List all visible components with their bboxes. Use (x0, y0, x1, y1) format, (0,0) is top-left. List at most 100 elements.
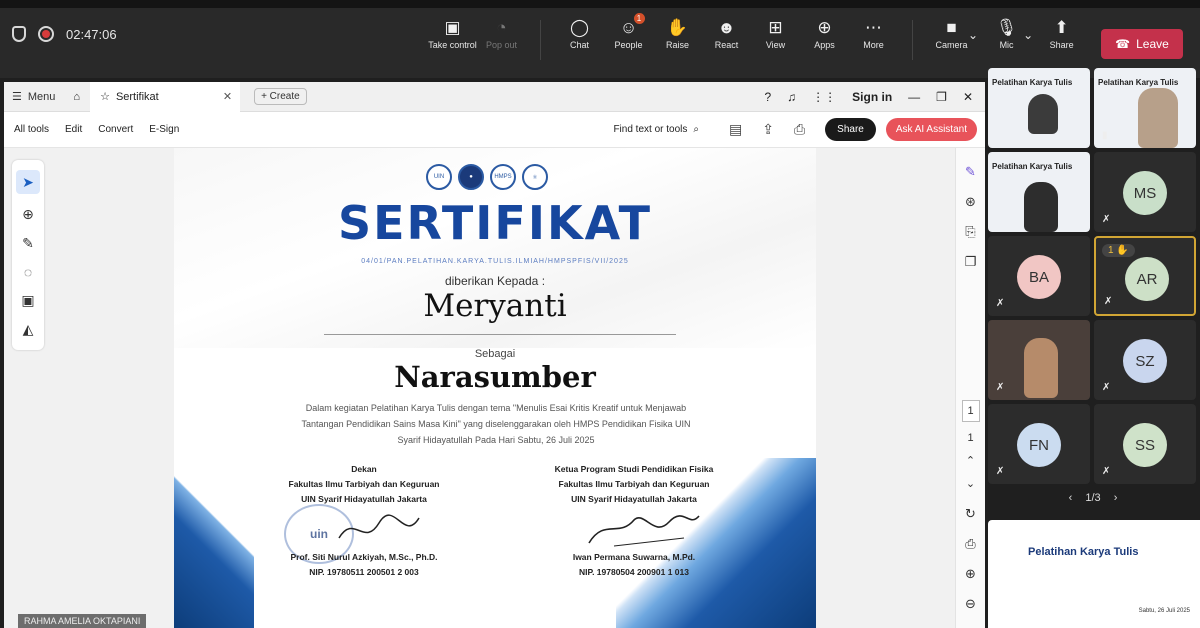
chat-button[interactable]: ◯ Chat (555, 16, 604, 60)
chevron-up-icon[interactable]: ⌃ (966, 454, 975, 467)
uin-logo: UIN (426, 164, 452, 190)
left-signer-details: Prof. Siti Nurul Azkiyah, M.Sc., Ph.D. N… (264, 550, 464, 580)
participant-video-tile[interactable]: Pelatihan Karya Tulis (988, 68, 1090, 148)
document-tab[interactable]: ☆ Sertifikat ✕ (90, 82, 241, 112)
mic-muted-icon: ✗ (1102, 382, 1111, 393)
chevron-left-icon[interactable]: ‹ (1069, 492, 1073, 504)
zoom-in-icon[interactable]: ⊕ (965, 566, 976, 582)
extract-page-icon[interactable]: ⎙ (965, 536, 975, 552)
select-cursor-icon[interactable]: ➤ (16, 170, 40, 194)
right-signer-university: UIN Syarif Hidayatullah Jakarta (571, 494, 697, 504)
star-icon[interactable]: ☆ (100, 90, 110, 103)
shapes-icon[interactable]: ◭ (23, 321, 34, 338)
take-control-button[interactable]: ▣ Take control (428, 16, 477, 60)
video-slide-text: Pelatihan Karya Tulis (992, 162, 1073, 171)
apps-button[interactable]: ⊕ Apps (800, 16, 849, 60)
right-signature (588, 515, 700, 547)
participant-video (1028, 94, 1058, 134)
print-icon[interactable]: ⎙ (794, 121, 805, 138)
viewer-menu: All tools Edit Convert E-Sign (4, 124, 179, 135)
apps-label: Apps (814, 40, 835, 50)
document-share-button[interactable]: Share (825, 118, 876, 141)
recipient-role: Narasumber (394, 360, 596, 394)
participant-video-tile[interactable]: ✗ (988, 320, 1090, 400)
refresh-icon[interactable]: ↻ (965, 506, 976, 522)
shared-content-preview[interactable]: Pelatihan Karya Tulis Sabtu, 26 Juli 202… (988, 520, 1200, 628)
find-tools-button[interactable]: Find text or tools ⌕ (613, 124, 699, 135)
ai-assistant-button[interactable]: Ask AI Assistant (885, 118, 977, 141)
current-page-field[interactable]: 1 (961, 400, 980, 422)
upload-icon[interactable]: ⇪ (762, 121, 774, 138)
highlight-pen-icon[interactable]: ✎ (22, 235, 34, 252)
gallery-pager: ‹ 1/3 › (988, 492, 1198, 504)
participant-video-tile[interactable]: Pelatihan Karya Tulis ▮ (1094, 68, 1196, 148)
chevron-right-icon[interactable]: › (1114, 492, 1118, 504)
all-tools-link[interactable]: All tools (14, 124, 49, 135)
rail-bottom-tools: ↻ ⎙ ⊕ ⊖ (965, 506, 976, 612)
zoom-out-icon[interactable]: ⊖ (965, 596, 976, 612)
participant-tile[interactable]: MS ✗ (1094, 152, 1196, 232)
menu-button[interactable]: ☰ Menu (4, 90, 63, 104)
preview-date: Sabtu, 26 Juli 2025 (1138, 608, 1190, 614)
close-tab-icon[interactable]: ✕ (223, 90, 232, 103)
left-signer-university: UIN Syarif Hidayatullah Jakarta (301, 494, 427, 504)
close-icon[interactable]: ✕ (963, 90, 973, 104)
participant-tile[interactable]: FN ✗ (988, 404, 1090, 484)
more-button[interactable]: ⋯ More (849, 16, 898, 60)
camera-options-chevron-icon[interactable]: ⌄ (968, 28, 978, 60)
rail-tools: ✎ ⊛ ⎘ ❐ (965, 148, 977, 270)
create-button[interactable]: + Create (254, 88, 307, 105)
react-button[interactable]: ☻ React (702, 16, 751, 60)
share-button[interactable]: ⬆ Share (1037, 16, 1086, 60)
people-label: People (614, 40, 643, 50)
participant-tile[interactable]: SS ✗ (1094, 404, 1196, 484)
certificate-page: UIN ● HMPS ⚛ SERTIFIKAT 04/01/PAN.PELATI… (174, 148, 816, 628)
document-workspace: ➤ ⊕ ✎ ◌ ▣ ◭ UIN ● HMPS ⚛ SERTIFIKAT 04/0… (4, 148, 985, 628)
zoom-comment-icon[interactable]: ⊕ (22, 206, 34, 223)
participant-video-tile[interactable]: Pelatihan Karya Tulis (988, 152, 1090, 232)
participant-tile[interactable]: 1 ✋ AR ✗ (1094, 236, 1196, 316)
participant-tile[interactable]: BA ✗ (988, 236, 1090, 316)
convert-link[interactable]: Convert (98, 124, 133, 135)
participant-tile[interactable]: SZ ✗ (1094, 320, 1196, 400)
people-badge: 1 (633, 13, 645, 24)
leave-label: Leave (1136, 37, 1169, 51)
right-signer-faculty: Fakultas Ilmu Tarbiyah dan Keguruan (558, 479, 710, 489)
comment-icon[interactable]: ✎ (965, 164, 976, 180)
save-icon[interactable]: ▤ (729, 121, 742, 138)
hmps-logo: HMPS (490, 164, 516, 190)
home-icon[interactable]: ⌂ (63, 91, 90, 103)
e-sign-link[interactable]: E-Sign (149, 124, 179, 135)
minimize-icon[interactable]: — (908, 90, 920, 104)
view-button[interactable]: ⊞ View (751, 16, 800, 60)
sign-in-link[interactable]: Sign in (852, 90, 892, 104)
people-button[interactable]: ☺ 1 People (604, 13, 653, 60)
pop-out-button[interactable]: ◔ Pop out (477, 16, 526, 60)
restore-icon[interactable]: ❐ (936, 90, 947, 104)
more-icon: ⋯ (865, 18, 882, 37)
mic-options-chevron-icon[interactable]: ⌄ (1023, 28, 1033, 60)
view-label: View (765, 40, 786, 50)
avatar: BA (1017, 255, 1061, 299)
find-label: Find text or tools (613, 124, 688, 135)
text-select-icon[interactable]: ▣ (21, 292, 34, 309)
preview-title: Pelatihan Karya Tulis (1028, 546, 1139, 558)
left-signer-title: Dekan Fakultas Ilmu Tarbiyah dan Kegurua… (264, 462, 464, 507)
mic-muted-icon: ✗ (1104, 296, 1113, 307)
hang-up-icon: ☎ (1115, 37, 1131, 51)
apps-grid-icon[interactable]: ⋮⋮ (812, 90, 836, 104)
bookmark-icon[interactable]: ⊛ (965, 194, 976, 210)
leave-button[interactable]: ☎ Leave (1101, 29, 1183, 59)
help-icon[interactable]: ? (764, 90, 771, 104)
edit-link[interactable]: Edit (65, 124, 82, 135)
notification-bell-icon[interactable]: ♫ (787, 90, 796, 104)
shield-icon[interactable] (12, 26, 26, 42)
lasso-icon[interactable]: ◌ (24, 264, 32, 280)
pages-icon[interactable]: ❐ (965, 254, 977, 270)
chevron-down-icon[interactable]: ⌄ (966, 477, 975, 490)
attachments-icon[interactable]: ⎘ (965, 224, 975, 240)
video-slide-text: Pelatihan Karya Tulis (1098, 78, 1179, 87)
participant-video (1138, 88, 1178, 148)
raise-hand-button[interactable]: ✋ Raise (653, 16, 702, 60)
left-signature (338, 514, 420, 539)
